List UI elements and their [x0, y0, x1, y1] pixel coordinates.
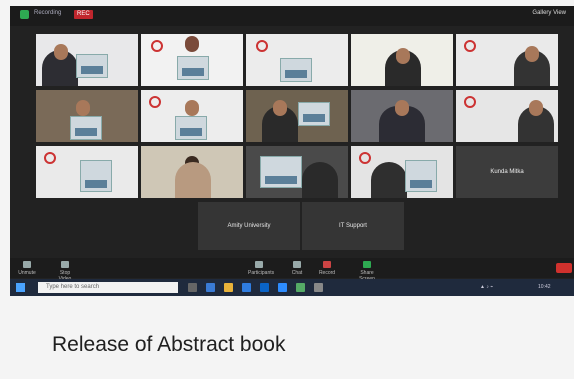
taskbar-search-input[interactable]: Type here to search: [38, 282, 178, 293]
participant-tile-active-speaker[interactable]: [351, 34, 453, 86]
windows-taskbar: Type here to search ▲ ♪ ⌁ 10:42: [10, 279, 574, 296]
zoom-window: Recording REC Gallery View Kunda Mitka A…: [10, 6, 574, 296]
participants-icon: [255, 261, 263, 268]
folder-icon[interactable]: [224, 283, 233, 292]
record-button[interactable]: Record: [316, 261, 338, 276]
participant-tile[interactable]: [246, 34, 348, 86]
participants-button[interactable]: Participants: [248, 261, 274, 276]
zoom-app-icon[interactable]: [278, 283, 287, 292]
zoom-control-bar: Unmute Stop Video Participants Chat Reco…: [10, 258, 574, 282]
participant-tile[interactable]: [36, 146, 138, 198]
store-icon[interactable]: [242, 283, 251, 292]
participant-tile[interactable]: [141, 90, 243, 142]
participant-tile[interactable]: [351, 146, 453, 198]
participant-tile[interactable]: [36, 90, 138, 142]
photo-frame: Recording REC Gallery View Kunda Mitka A…: [0, 0, 574, 379]
microphone-icon: [23, 261, 31, 268]
end-meeting-button[interactable]: [556, 263, 572, 273]
participant-tile[interactable]: [141, 34, 243, 86]
participant-tile[interactable]: [246, 90, 348, 142]
participant-tile[interactable]: [351, 90, 453, 142]
participant-tile[interactable]: [456, 34, 558, 86]
app-icon[interactable]: [314, 283, 323, 292]
meeting-status-text: Recording: [34, 10, 62, 16]
mute-button[interactable]: Unmute: [16, 261, 38, 276]
chat-icon: [293, 261, 301, 268]
clock-time[interactable]: 10:42: [538, 284, 551, 290]
task-view-icon[interactable]: [188, 283, 197, 292]
share-screen-icon: [363, 261, 371, 268]
participant-name-tile[interactable]: IT Support: [302, 202, 404, 250]
gallery-view-button[interactable]: Gallery View: [532, 10, 566, 16]
record-icon: [323, 261, 331, 268]
edge-icon[interactable]: [206, 283, 215, 292]
zoom-topbar: Recording REC Gallery View: [10, 6, 574, 26]
camera-icon: [61, 261, 69, 268]
participant-name-tile[interactable]: Amity University: [198, 202, 300, 250]
mail-icon[interactable]: [260, 283, 269, 292]
participant-name-tile[interactable]: Kunda Mitka: [456, 146, 558, 198]
recording-badge: REC: [74, 10, 93, 19]
app-icon[interactable]: [296, 283, 305, 292]
windows-start-icon[interactable]: [16, 283, 25, 292]
participant-tile[interactable]: [246, 146, 348, 198]
chat-button[interactable]: Chat: [286, 261, 308, 276]
participant-tile[interactable]: [456, 90, 558, 142]
participant-tile[interactable]: [36, 34, 138, 86]
system-tray[interactable]: ▲ ♪ ⌁: [480, 284, 493, 290]
participant-tile[interactable]: [141, 146, 243, 198]
slide-caption: Release of Abstract book: [52, 333, 286, 356]
security-shield-icon[interactable]: [20, 10, 29, 19]
